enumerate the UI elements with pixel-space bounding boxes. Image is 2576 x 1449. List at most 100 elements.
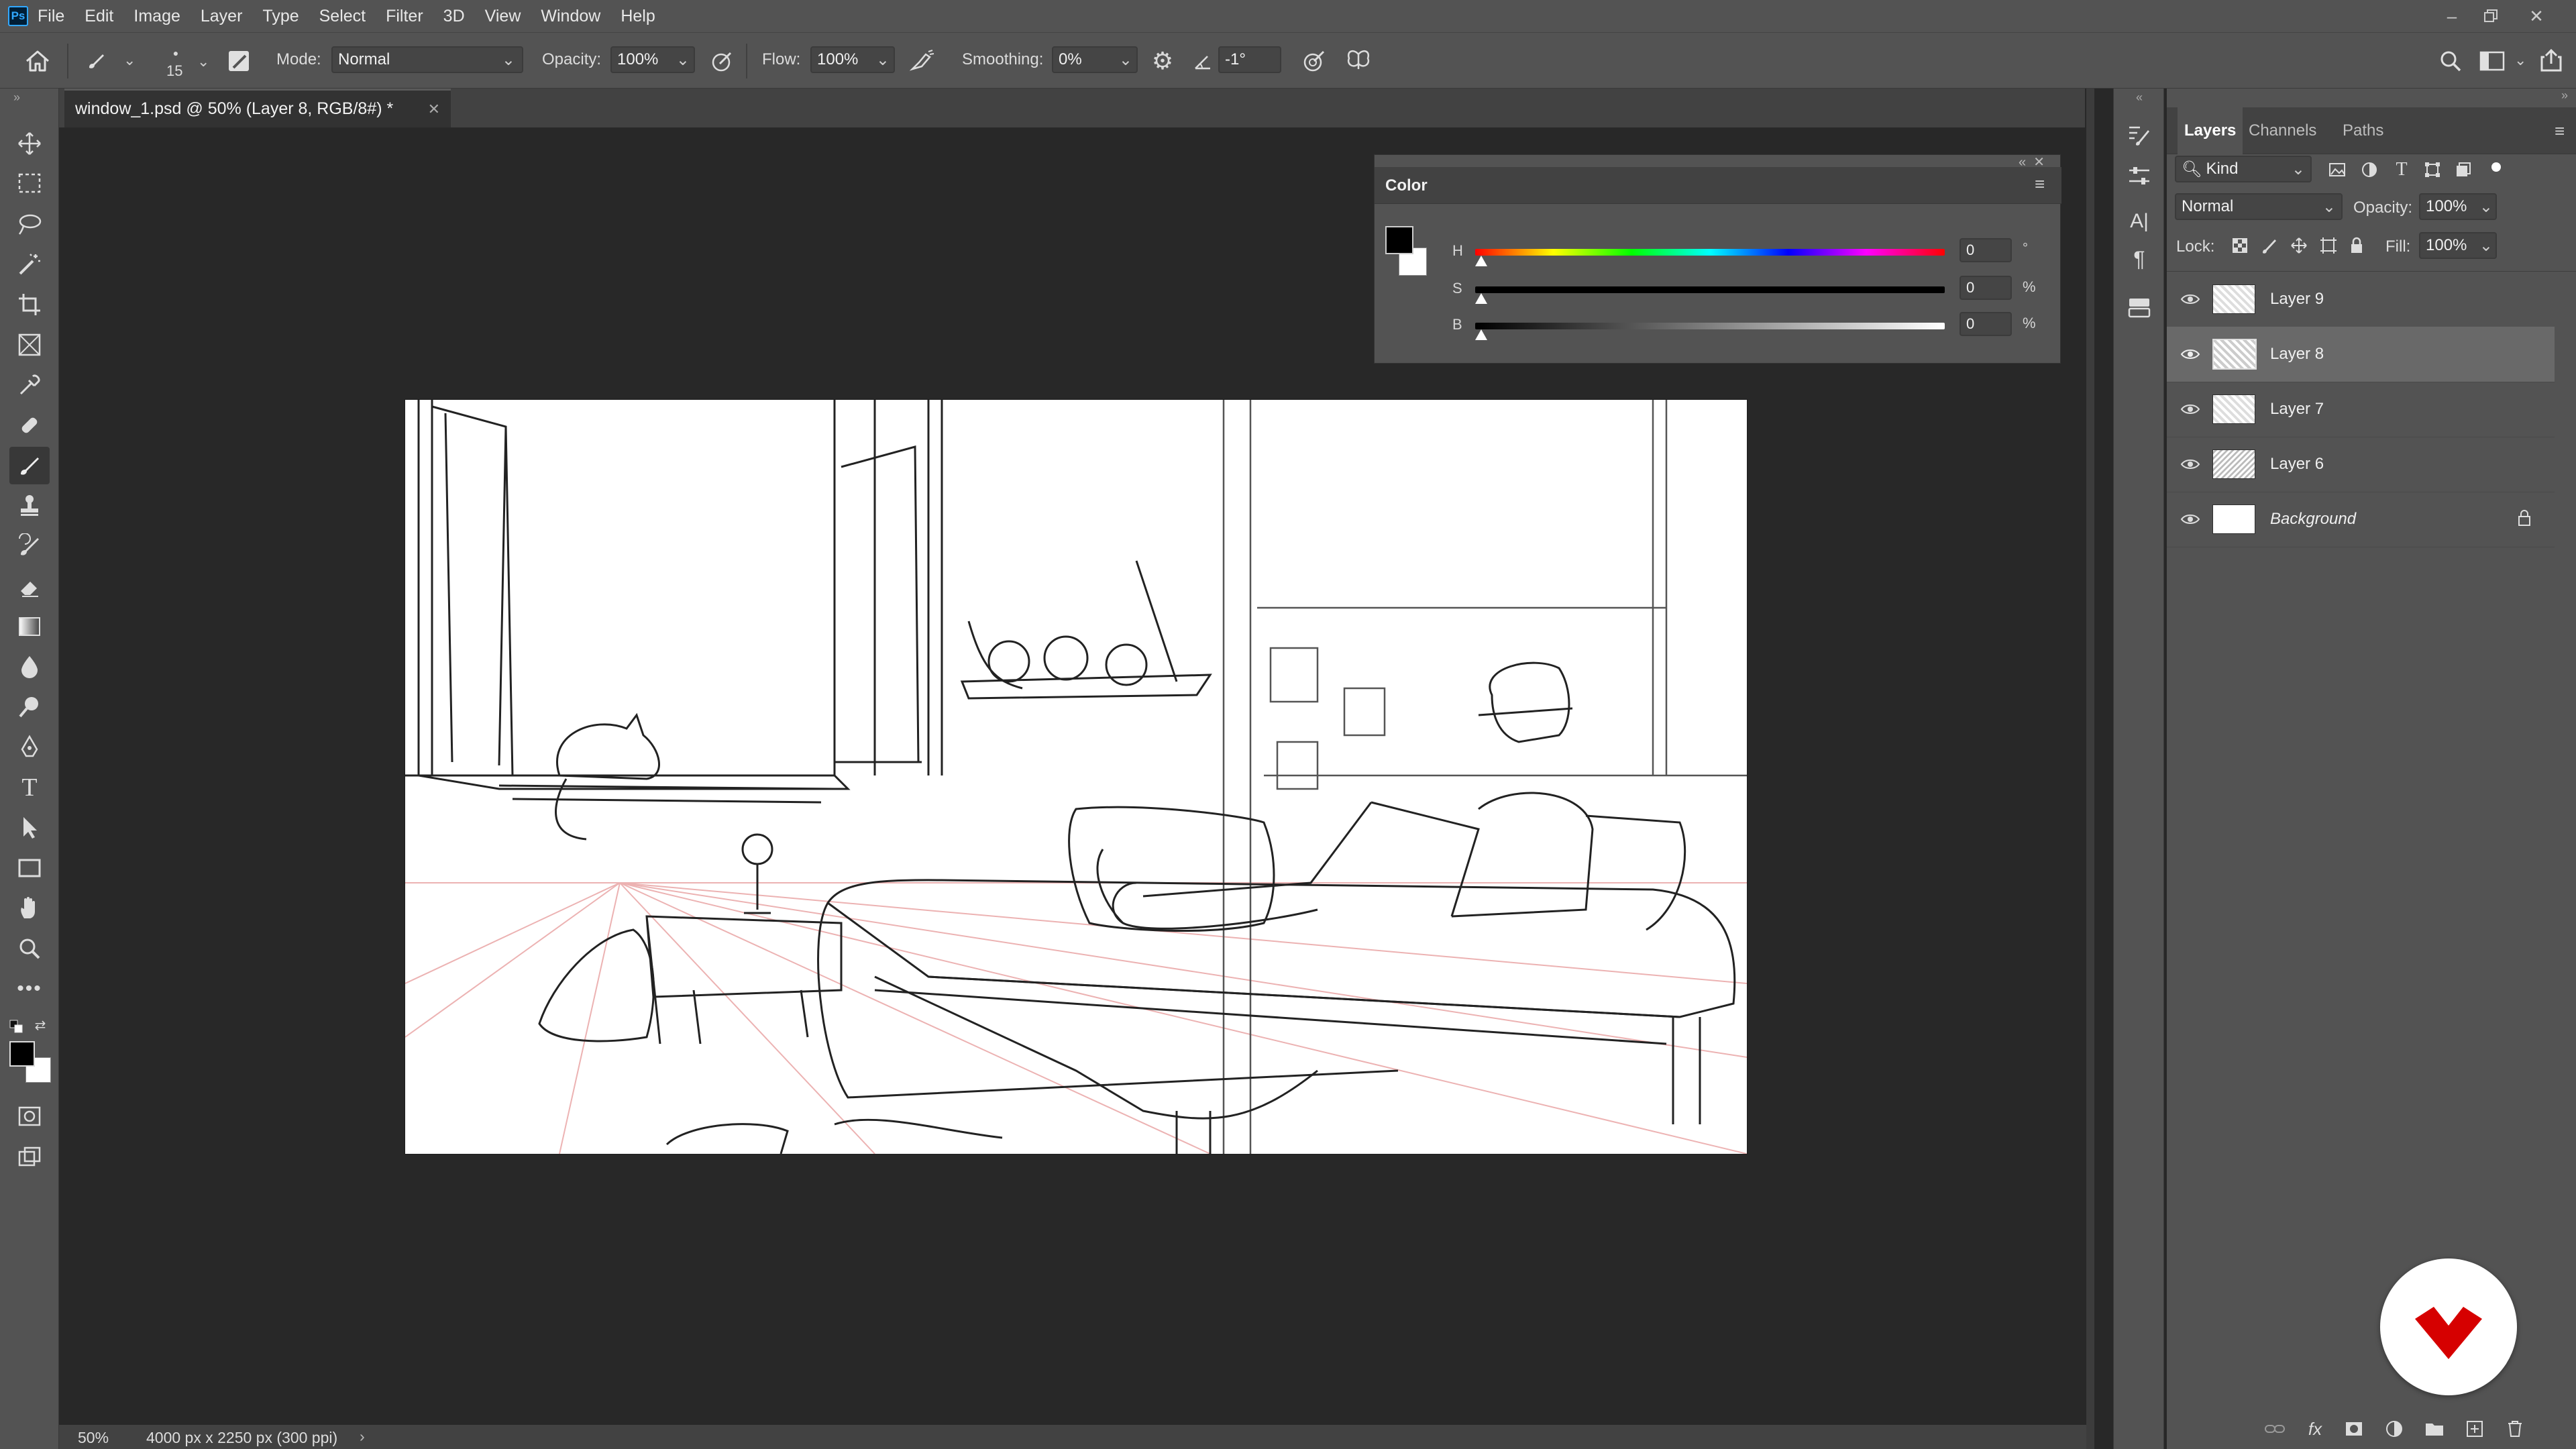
close-window-icon[interactable]: ✕ — [2517, 0, 2556, 32]
frame-tool-icon[interactable] — [9, 326, 50, 364]
layer-style-fx-icon[interactable]: fx — [2298, 1415, 2332, 1442]
filter-type-icon[interactable]: T — [2390, 158, 2414, 181]
tab-paths[interactable]: Paths — [2343, 107, 2383, 154]
layer-name[interactable]: Layer 9 — [2270, 290, 2324, 309]
zoom-tool-icon[interactable] — [9, 930, 50, 967]
blend-mode-dropdown[interactable]: Normal ⌄ — [2175, 193, 2343, 220]
tab-layers[interactable]: Layers — [2178, 107, 2243, 154]
home-icon[interactable] — [19, 45, 56, 77]
hue-value-field[interactable]: 0 — [1960, 238, 2012, 262]
panel-collapse-icon[interactable]: « ✕ — [2019, 154, 2059, 170]
type-tool-icon[interactable]: T — [9, 769, 50, 806]
airbrush-icon[interactable] — [906, 46, 939, 76]
collapse-chevrons-icon[interactable]: » — [2167, 89, 2576, 106]
delete-layer-trash-icon[interactable] — [2498, 1415, 2532, 1442]
menu-view[interactable]: View — [485, 7, 521, 26]
marquee-tool-icon[interactable] — [9, 165, 50, 203]
brightness-value-field[interactable]: 0 — [1960, 312, 2012, 336]
new-group-folder-icon[interactable] — [2418, 1415, 2451, 1442]
layer-name[interactable]: Background — [2270, 510, 2356, 529]
chevron-right-icon[interactable]: › — [360, 1428, 365, 1446]
layer-row[interactable]: Layer 7 — [2167, 382, 2555, 437]
add-mask-icon[interactable] — [2337, 1415, 2371, 1442]
layer-opacity-field[interactable]: 100% ⌄ — [2419, 193, 2497, 220]
eraser-tool-icon[interactable] — [9, 568, 50, 605]
workspace-icon[interactable] — [2475, 46, 2509, 76]
share-icon[interactable] — [2534, 45, 2568, 76]
visibility-eye-icon[interactable] — [2180, 513, 2200, 526]
visibility-eye-icon[interactable] — [2180, 347, 2200, 361]
layer-row[interactable]: Layer 6 — [2167, 437, 2555, 492]
search-icon[interactable] — [2434, 46, 2467, 76]
lock-icon[interactable] — [2517, 509, 2532, 527]
mode-dropdown[interactable]: Normal ⌄ — [331, 46, 523, 73]
filter-pixel-icon[interactable] — [2325, 158, 2349, 181]
menu-edit[interactable]: Edit — [85, 7, 113, 26]
menu-window[interactable]: Window — [541, 7, 600, 26]
brightness-slider[interactable] — [1475, 323, 1945, 329]
dock-divider[interactable] — [2086, 89, 2094, 1449]
default-colors-icon[interactable] — [8, 1018, 24, 1034]
menu-image[interactable]: Image — [133, 7, 180, 26]
menu-layer[interactable]: Layer — [201, 7, 243, 26]
chevron-down-icon[interactable]: ⌄ — [2514, 52, 2526, 69]
paragraph-panel-icon[interactable]: ¶ — [2119, 241, 2159, 276]
layer-row[interactable]: Background — [2167, 492, 2555, 547]
menu-3d[interactable]: 3D — [443, 7, 465, 26]
move-tool-icon[interactable] — [9, 125, 50, 162]
lock-image-icon[interactable] — [2258, 233, 2281, 258]
menu-help[interactable]: Help — [621, 7, 655, 26]
layer-row-selected[interactable]: Layer 8 — [2167, 327, 2555, 382]
panel-menu-icon[interactable]: ≡ — [2035, 174, 2045, 195]
brightness-slider-thumb[interactable] — [1475, 329, 1487, 340]
layer-filter-kind-dropdown[interactable]: 🔍︎ Kind ⌄ — [2175, 156, 2312, 182]
visibility-eye-icon[interactable] — [2180, 292, 2200, 306]
photoshop-logo-icon[interactable]: Ps — [8, 6, 28, 26]
swap-colors-icon[interactable]: ⇄ — [31, 1017, 50, 1033]
gear-icon[interactable]: ⚙ — [1146, 46, 1179, 76]
fill-field[interactable]: 100% ⌄ — [2419, 232, 2497, 259]
brush-tool-icon[interactable] — [9, 447, 50, 484]
lock-all-icon[interactable] — [2345, 233, 2368, 258]
character-panel-icon[interactable]: A| — [2119, 204, 2159, 239]
color-panel-title[interactable]: Color — [1385, 176, 1428, 195]
lock-transparent-icon[interactable] — [2229, 233, 2251, 258]
layer-name[interactable]: Layer 8 — [2270, 345, 2324, 364]
gradient-tool-icon[interactable] — [9, 608, 50, 645]
minimize-icon[interactable]: – — [2432, 0, 2471, 32]
brush-size-value[interactable]: 15 — [166, 62, 182, 80]
document-tab[interactable]: window_1.psd @ 50% (Layer 8, RGB/8#) * ✕ — [64, 89, 451, 127]
filter-adjustment-icon[interactable] — [2357, 158, 2381, 181]
saturation-value-field[interactable]: 0 — [1960, 276, 2012, 300]
foreground-color-swatch[interactable] — [1385, 226, 1413, 254]
layer-name[interactable]: Layer 6 — [2270, 455, 2324, 474]
flow-field[interactable]: 100% ⌄ — [810, 46, 895, 73]
close-tab-icon[interactable]: ✕ — [428, 101, 440, 118]
zoom-level[interactable]: 50% — [78, 1429, 109, 1447]
artwork-canvas[interactable] — [405, 400, 1748, 1155]
brush-preset-icon[interactable] — [79, 46, 113, 76]
clone-stamp-tool-icon[interactable] — [9, 487, 50, 525]
history-brush-tool-icon[interactable] — [9, 527, 50, 565]
symmetry-butterfly-icon[interactable] — [1342, 46, 1375, 76]
saturation-slider-thumb[interactable] — [1475, 293, 1487, 304]
lock-position-icon[interactable] — [2288, 233, 2310, 258]
filter-smart-object-icon[interactable] — [2451, 158, 2475, 181]
tab-channels[interactable]: Channels — [2249, 107, 2316, 154]
link-layers-icon[interactable] — [2258, 1415, 2292, 1442]
restore-icon[interactable] — [2471, 0, 2510, 32]
opacity-field[interactable]: 100% ⌄ — [610, 46, 695, 73]
filter-toggle-icon[interactable] — [2486, 157, 2506, 177]
visibility-eye-icon[interactable] — [2180, 458, 2200, 471]
blur-tool-icon[interactable] — [9, 648, 50, 686]
lock-artboard-icon[interactable] — [2317, 233, 2340, 258]
smoothing-field[interactable]: 0% ⌄ — [1052, 46, 1138, 73]
menu-filter[interactable]: Filter — [386, 7, 423, 26]
new-layer-icon[interactable] — [2458, 1415, 2491, 1442]
foreground-color-swatch[interactable] — [9, 1041, 35, 1067]
dodge-tool-icon[interactable] — [9, 688, 50, 726]
collapse-chevrons-icon[interactable]: « — [2114, 89, 2165, 106]
visibility-eye-icon[interactable] — [2180, 402, 2200, 416]
brush-settings-panel-icon[interactable] — [224, 46, 254, 76]
chevron-down-icon[interactable]: ⌄ — [197, 53, 209, 70]
